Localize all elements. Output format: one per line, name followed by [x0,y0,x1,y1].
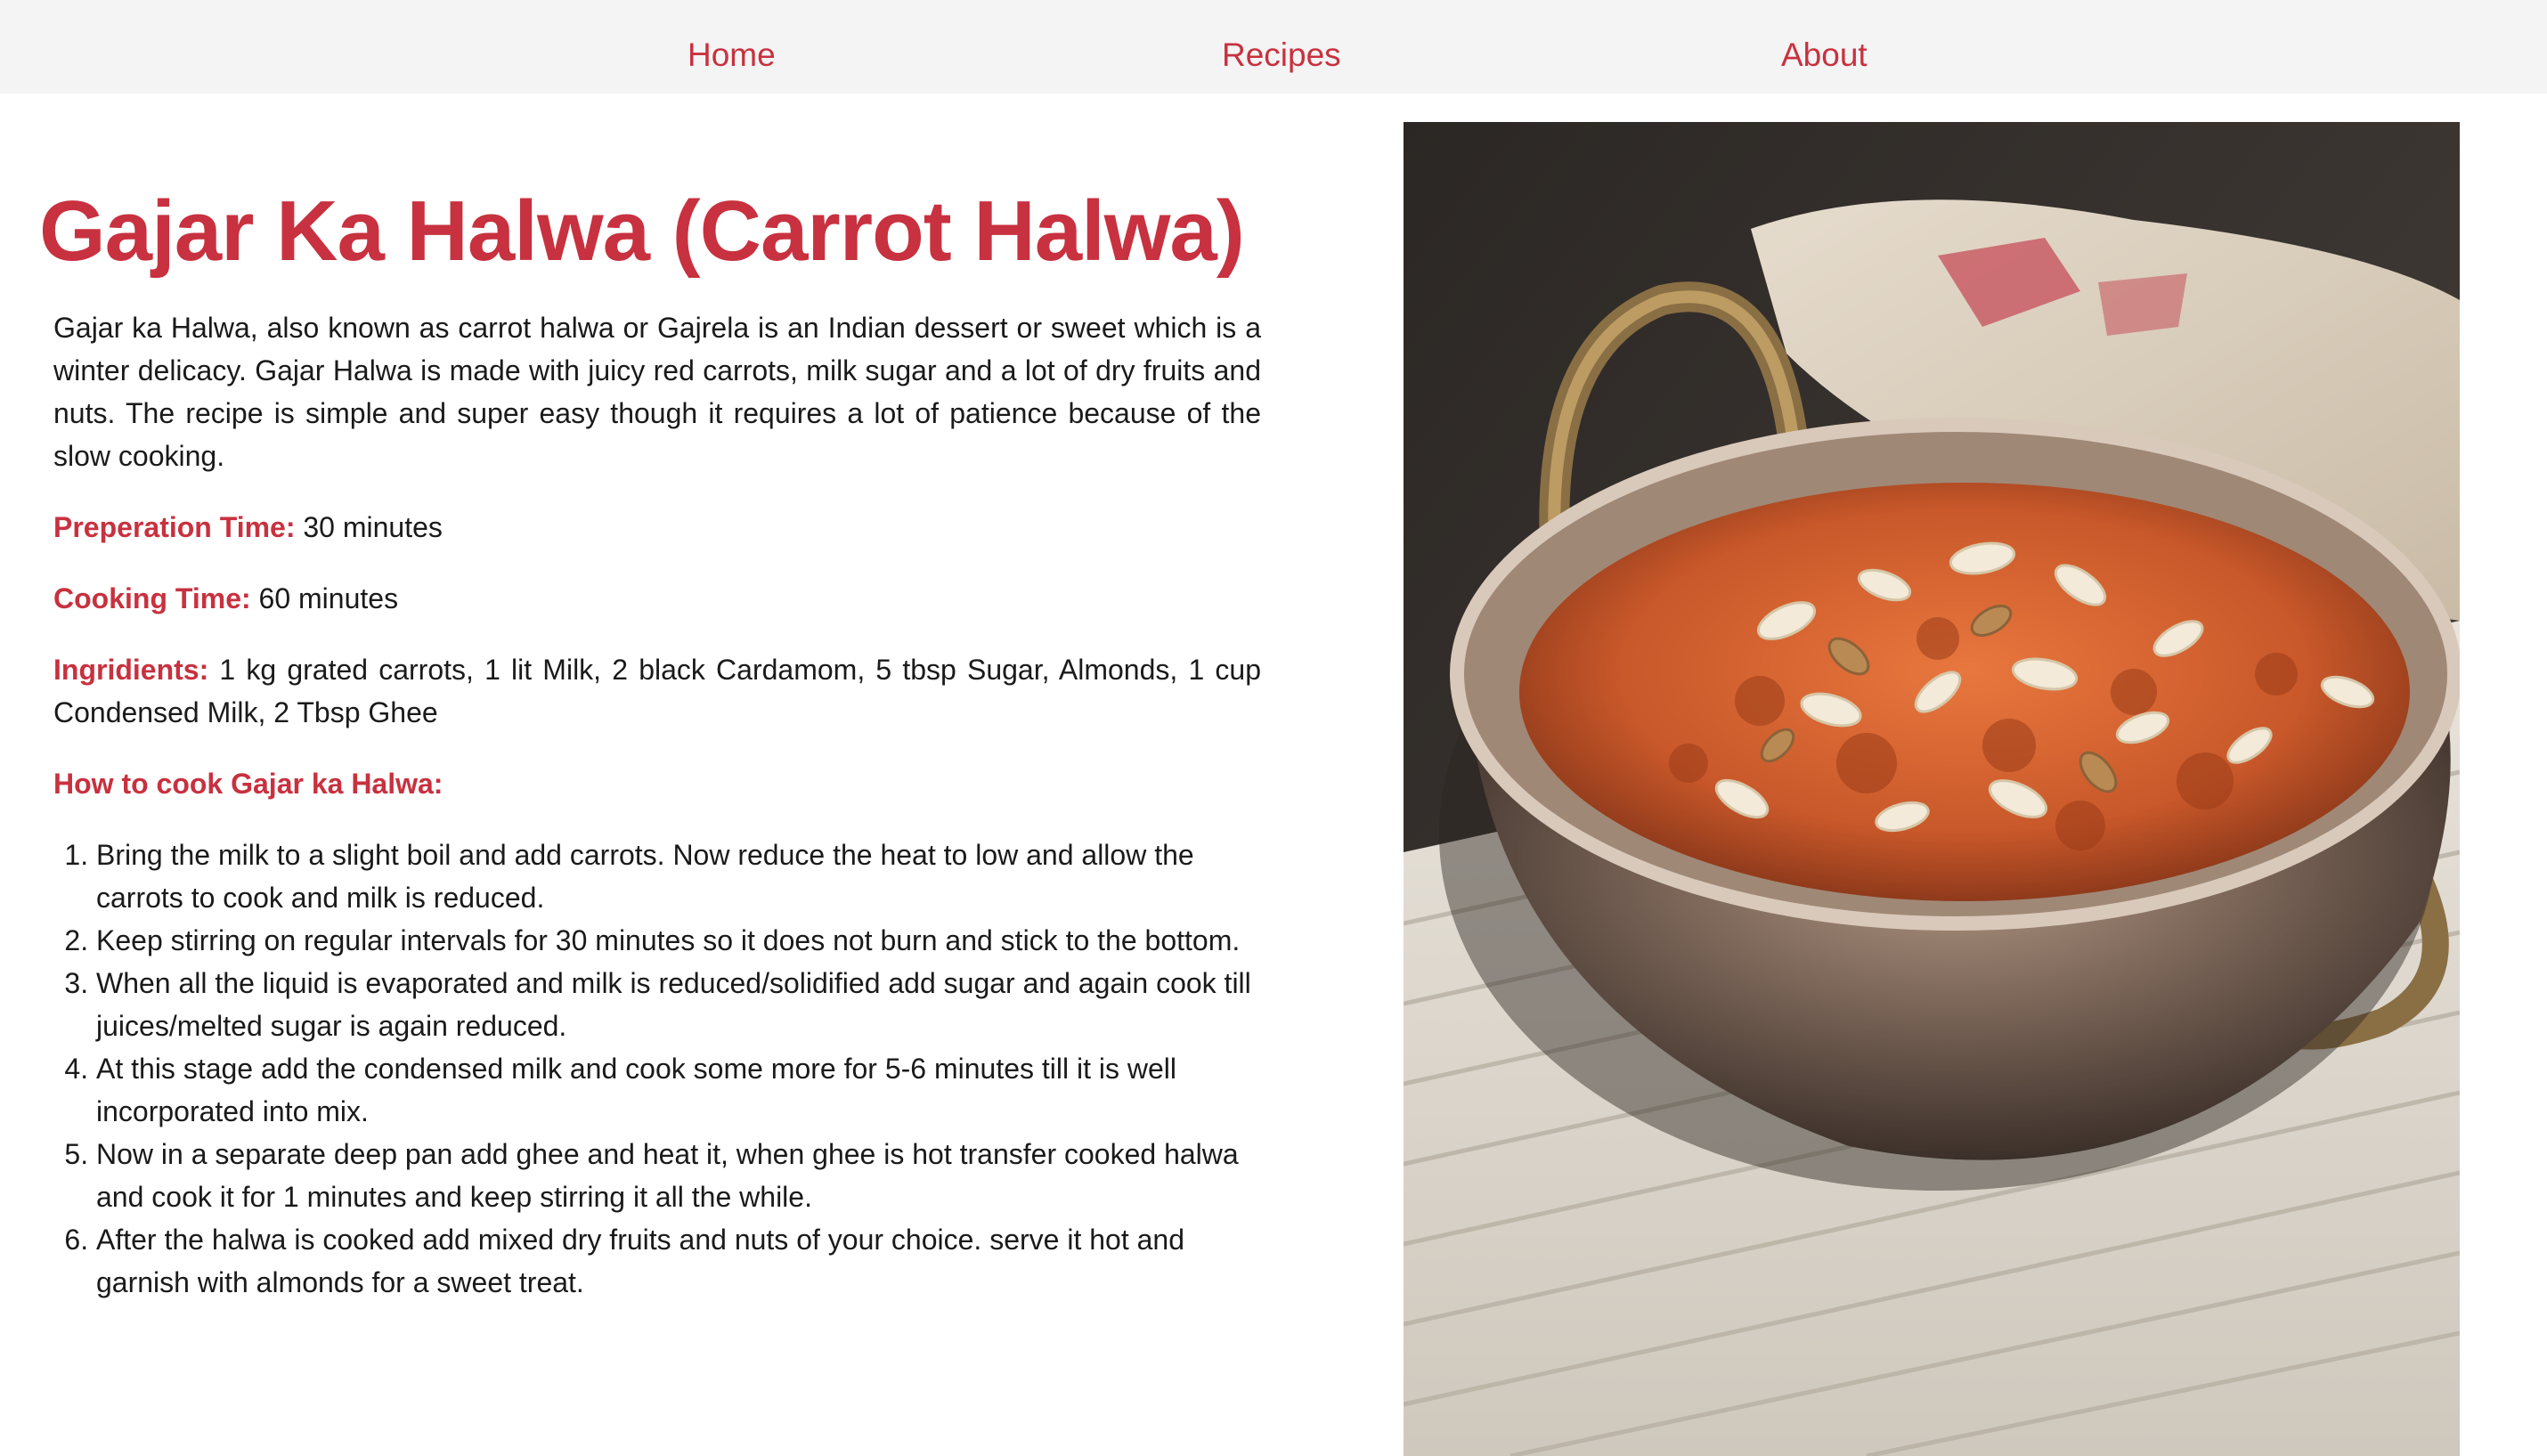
prep-time-value: 30 minutes [303,511,443,543]
ingredients-value: 1 kg grated carrots, 1 lit Milk, 2 black… [53,654,1262,728]
step-item: When all the liquid is evaporated and mi… [96,962,1261,1047]
cook-time: Cooking Time: 60 minutes [53,577,1261,620]
main-content: Gajar Ka Halwa (Carrot Halwa) Gajar ka H… [0,94,2547,1456]
nav-link-about[interactable]: About [1781,0,1868,94]
cook-time-value: 60 minutes [258,582,399,614]
steps-list: Bring the milk to a slight boil and add … [53,834,1261,1304]
howto-label: How to cook Gajar ka Halwa: [53,768,443,800]
nav-link-recipes[interactable]: Recipes [1222,0,1341,94]
prep-time-label: Preperation Time: [53,511,296,543]
prep-time: Preperation Time: 30 minutes [53,506,1261,549]
step-item: At this stage add the condensed milk and… [96,1047,1261,1133]
recipe-article: Gajar Ka Halwa (Carrot Halwa) Gajar ka H… [39,178,1261,1304]
step-item: Keep stirring on regular intervals for 3… [96,919,1261,962]
recipe-intro: Gajar ka Halwa, also known as carrot hal… [53,312,1261,472]
howto-heading: How to cook Gajar ka Halwa: [53,762,1261,805]
step-item: Bring the milk to a slight boil and add … [96,834,1261,919]
recipe-photo [1404,122,2460,1456]
ingredients-label: Ingridients: [53,654,209,686]
recipe-title: Gajar Ka Halwa (Carrot Halwa) [39,183,1245,279]
cook-time-label: Cooking Time: [53,582,251,614]
napkin-embroidery [2098,273,2187,336]
ingredients: Ingridients: 1 kg grated carrots, 1 lit … [53,648,1261,734]
step-item: Now in a separate deep pan add ghee and … [96,1133,1261,1218]
step-item: After the halwa is cooked add mixed dry … [96,1218,1261,1304]
top-navbar: Home Recipes About [0,0,2547,94]
nav-link-home[interactable]: Home [688,0,776,94]
halwa-bowl-illustration [1404,122,2460,1456]
recipe-body: Gajar ka Halwa, also known as carrot hal… [53,306,1261,1304]
